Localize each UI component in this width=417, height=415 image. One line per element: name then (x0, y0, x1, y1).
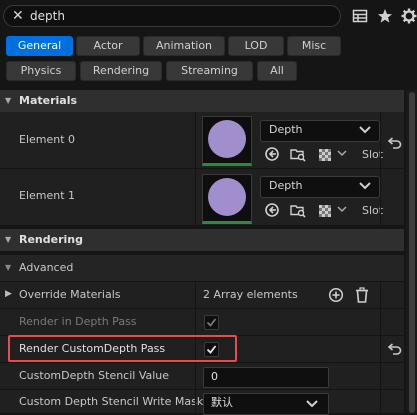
use-selected-icon[interactable] (264, 202, 280, 218)
chevron-down-icon[interactable] (336, 148, 348, 158)
stencil-value: 0 (211, 370, 218, 383)
section-title: Rendering (19, 233, 83, 246)
material-value: Depth (269, 179, 303, 192)
chevron-down-icon (306, 400, 318, 408)
override-materials-row: ▶ Override Materials 2 Array elements (0, 282, 404, 309)
element-label: Element 0 (19, 133, 76, 146)
gear-icon[interactable] (401, 8, 417, 24)
material-swatch (208, 120, 246, 158)
chevron-down-icon[interactable] (336, 204, 348, 214)
browse-icon[interactable] (290, 202, 306, 218)
collapse-arrow-icon: ▼ (5, 263, 12, 272)
chevron-down-icon (359, 182, 371, 190)
element-label: Element 1 (19, 189, 76, 202)
chevron-down-icon (359, 126, 371, 134)
material-thumbnail[interactable] (202, 116, 252, 166)
render-in-depth-pass-label: Render in Depth Pass (19, 315, 137, 328)
star-icon[interactable] (377, 8, 393, 24)
filter-rendering-button[interactable]: Rendering (80, 61, 162, 81)
collapse-arrow-icon: ▼ (5, 96, 12, 105)
custom-depth-stencil-write-mask-row: Custom Depth Stencil Write Mask 默认 (0, 390, 404, 415)
material-value: Depth (269, 123, 303, 136)
filter-streaming-button[interactable]: Streaming (166, 61, 253, 81)
material-thumbnail[interactable] (202, 174, 252, 224)
stencil-write-mask-dropdown[interactable]: 默认 (203, 393, 329, 415)
reset-to-default-icon[interactable] (386, 342, 402, 356)
materials-section-header[interactable]: ▼ Materials (0, 90, 404, 112)
highlight-box (8, 335, 237, 362)
filter-actor-button[interactable]: Actor (76, 36, 140, 56)
collapse-arrow-icon: ▼ (5, 235, 12, 244)
override-materials-label: Override Materials (19, 288, 121, 301)
add-element-icon[interactable] (328, 287, 344, 303)
clear-search-icon[interactable]: ✕ (12, 8, 24, 24)
filter-misc-button[interactable]: Misc (287, 36, 341, 56)
trash-icon[interactable] (354, 287, 370, 303)
filter-animation-button[interactable]: Animation (143, 36, 225, 56)
render-in-depth-pass-row: Render in Depth Pass (0, 309, 404, 336)
search-field[interactable]: ✕ depth (3, 5, 341, 27)
scrollbar-thumb[interactable] (409, 92, 415, 413)
array-count: 2 Array elements (203, 288, 298, 301)
rendering-section-header[interactable]: ▼ Rendering (0, 229, 404, 251)
expand-arrow-icon[interactable]: ▶ (5, 289, 12, 299)
material-swatch (208, 178, 246, 216)
search-input[interactable]: depth (30, 9, 65, 23)
browse-icon[interactable] (290, 146, 306, 162)
checker-texture-icon[interactable] (318, 147, 334, 163)
reset-to-default-icon[interactable] (386, 136, 402, 150)
custom-depth-stencil-write-mask-label: Custom Depth Stencil Write Mask (19, 395, 204, 408)
filter-all-button[interactable]: All (257, 61, 297, 81)
filter-lod-button[interactable]: LOD (228, 36, 284, 56)
material-element-row: Element 1 Depth Slot (0, 169, 404, 226)
material-element-row: Element 0 Depth Slot (0, 112, 404, 169)
customdepth-stencil-value-input[interactable]: 0 (203, 367, 329, 388)
customdepth-stencil-value-label: CustomDepth Stencil Value (19, 369, 170, 382)
write-mask-value: 默认 (211, 396, 233, 409)
filter-physics-button[interactable]: Physics (6, 61, 76, 81)
checker-texture-icon[interactable] (318, 203, 334, 219)
table-icon[interactable] (352, 8, 368, 24)
material-combo[interactable]: Depth (260, 120, 380, 142)
material-combo[interactable]: Depth (260, 176, 380, 198)
advanced-label: Advanced (19, 261, 74, 274)
section-title: Materials (19, 94, 78, 107)
customdepth-stencil-value-row: CustomDepth Stencil Value 0 (0, 363, 404, 390)
filter-general-button[interactable]: General (6, 36, 73, 56)
use-selected-icon[interactable] (264, 146, 280, 162)
advanced-subsection[interactable]: ▼ Advanced (0, 255, 404, 282)
render-in-depth-pass-checkbox[interactable] (204, 315, 219, 330)
